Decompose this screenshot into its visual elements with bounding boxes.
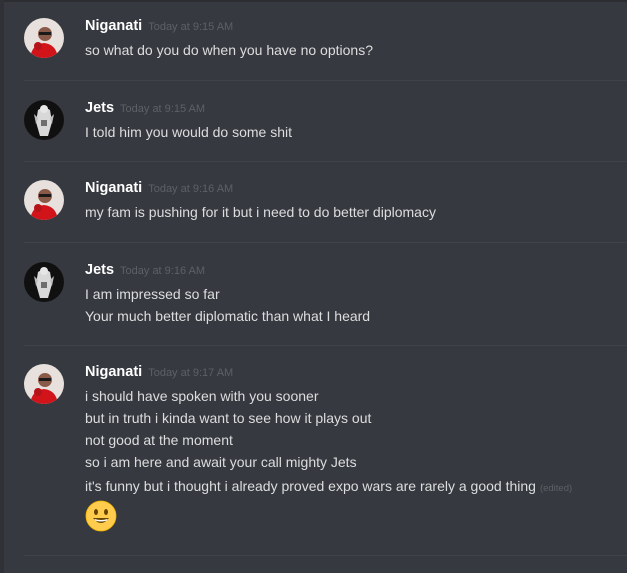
message-text: so what do you do when you have no optio… (85, 42, 373, 58)
message-group: Jets Today at 9:16 AM I am impressed so … (0, 243, 627, 346)
username[interactable]: Niganati (85, 180, 142, 196)
message-divider (24, 555, 627, 556)
jets-avatar-icon[interactable] (24, 100, 64, 140)
jets-avatar-icon[interactable] (24, 262, 64, 302)
username[interactable]: Niganati (85, 18, 142, 34)
timestamp: Today at 9:15 AM (120, 103, 206, 115)
username[interactable]: Jets (85, 262, 114, 278)
message-text: my fam is pushing for it but i need to d… (85, 204, 436, 220)
message-group: Niganati Today at 9:16 AM my fam is push… (0, 162, 627, 243)
message-text: so i am here and await your call mighty … (85, 454, 357, 470)
message-group: Niganati Today at 9:15 AM so what do you… (0, 0, 627, 81)
message-text: but in truth i kinda want to see how it … (85, 410, 372, 426)
username[interactable]: Niganati (85, 364, 142, 380)
niganati-avatar-icon[interactable] (24, 180, 64, 220)
message-text: not good at the moment (85, 432, 233, 448)
timestamp: Today at 9:17 AM (148, 367, 234, 379)
edited-label: (edited) (539, 483, 573, 494)
message-text: Your much better diplomatic than what I … (85, 308, 371, 324)
niganati-avatar-icon[interactable] (24, 364, 64, 404)
timestamp: Today at 9:15 AM (148, 21, 234, 33)
message-text: I told him you would do some shit (85, 124, 292, 140)
message-group: Niganati Today at 9:17 AM i should have … (0, 346, 627, 556)
username[interactable]: Jets (85, 100, 114, 116)
message-group: Jets Today at 9:15 AM I told him you wou… (0, 81, 627, 162)
message-text: it's funny but i thought i already prove… (85, 478, 536, 494)
timestamp: Today at 9:16 AM (148, 183, 234, 195)
niganati-avatar-icon[interactable] (24, 18, 64, 58)
timestamp: Today at 9:16 AM (120, 265, 206, 277)
message-text-edited: it's funny but i thought i already prove… (85, 476, 572, 499)
message-text: I am impressed so far (85, 286, 220, 302)
message-text: i should have spoken with you sooner (85, 388, 319, 404)
smiley-emoji-icon[interactable] (85, 500, 117, 532)
